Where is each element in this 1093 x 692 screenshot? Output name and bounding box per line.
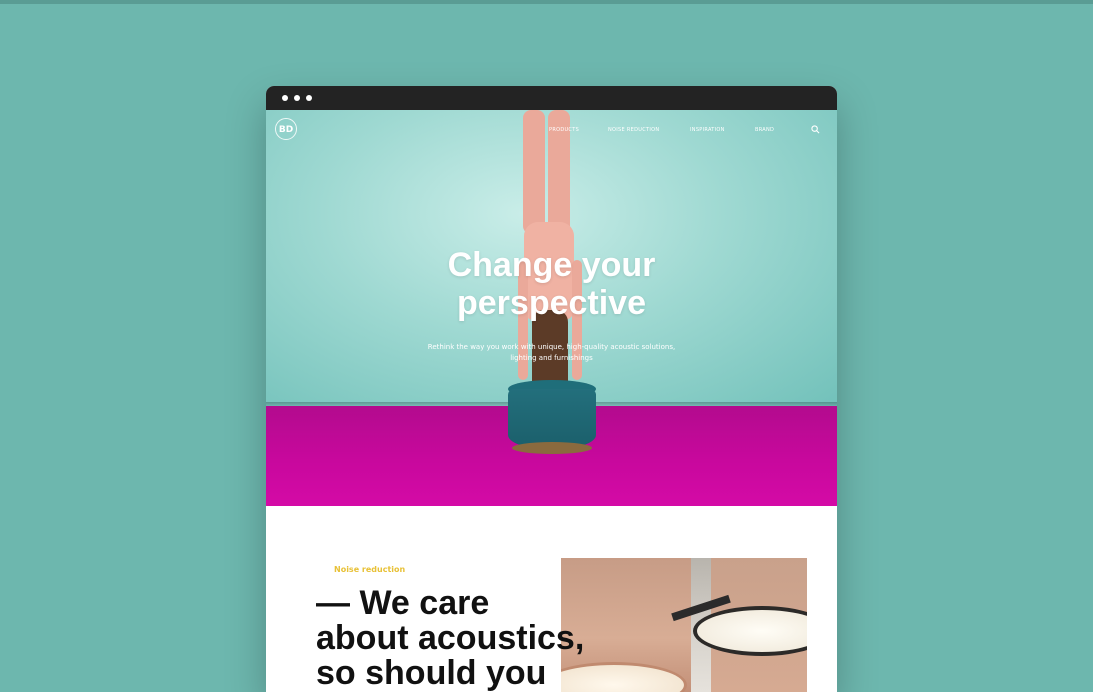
section-heading-line: about acoustics, (316, 619, 585, 657)
hero-subtitle: Rethink the way you work with unique, hi… (427, 343, 676, 362)
browser-titlebar (266, 86, 837, 110)
pouf (508, 389, 596, 449)
hero-section: Change your perspective Rethink the way … (266, 110, 837, 506)
window-dot-icon[interactable] (306, 95, 312, 101)
window-dot-icon[interactable] (282, 95, 288, 101)
section-heading-line: so should you (316, 654, 547, 692)
section-heading-line: — We care (316, 584, 490, 622)
hero-title-line: Change your (447, 246, 656, 284)
browser-window: Change your perspective Rethink the way … (266, 86, 837, 692)
section-eyebrow: Noise reduction (334, 565, 406, 574)
section-heading: — We care about acoustics, so should you (316, 586, 676, 691)
top-navigation: BD PRODUCTS NOISE REDUCTION INSPIRATION … (266, 110, 837, 144)
nav-item-inspiration[interactable]: INSPIRATION (690, 127, 725, 133)
top-border (0, 0, 1093, 4)
search-icon[interactable] (811, 125, 820, 134)
nav-item-brand[interactable]: BRAND (755, 127, 774, 133)
nav-item-products[interactable]: PRODUCTS (549, 127, 579, 133)
nav-item-noise-reduction[interactable]: NOISE REDUCTION (608, 127, 659, 133)
window-dot-icon[interactable] (294, 95, 300, 101)
hero-title-line: perspective (457, 284, 646, 322)
pouf-base (512, 442, 592, 454)
hero-title: Change your perspective (266, 246, 837, 322)
noise-reduction-section: Noise reduction — We care about acoustic… (266, 506, 837, 692)
brand-logo[interactable]: BD (275, 118, 297, 140)
